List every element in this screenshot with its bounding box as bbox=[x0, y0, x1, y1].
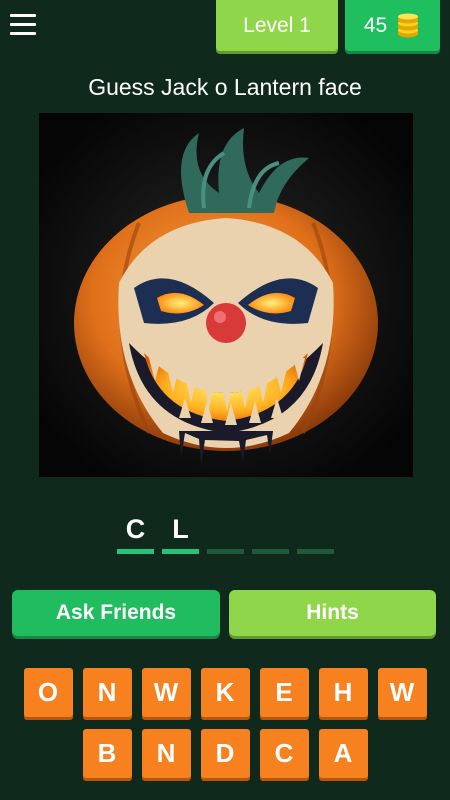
answer-slot[interactable]: L bbox=[162, 510, 199, 554]
letter-key[interactable]: O bbox=[23, 668, 73, 717]
hints-label: Hints bbox=[306, 601, 359, 624]
answer-slot[interactable] bbox=[252, 510, 289, 554]
letter-key[interactable]: N bbox=[82, 668, 132, 717]
level-label: Level 1 bbox=[243, 13, 311, 37]
answer-slot-underline bbox=[252, 549, 289, 554]
answer-slot-letter: C bbox=[125, 514, 146, 544]
coins-count: 45 bbox=[363, 13, 388, 37]
clown-pumpkin-image bbox=[39, 113, 413, 477]
coin-stack-icon bbox=[398, 13, 419, 37]
letter-key[interactable]: K bbox=[200, 668, 250, 717]
letter-key[interactable]: W bbox=[377, 668, 427, 717]
answer-slot-letter: L bbox=[172, 514, 189, 544]
answer-slot[interactable] bbox=[297, 510, 334, 554]
letter-key[interactable]: N bbox=[141, 729, 191, 778]
answer-slot-underline bbox=[297, 549, 334, 554]
letter-key[interactable]: H bbox=[318, 668, 368, 717]
letter-row-2: B N D C A bbox=[0, 729, 450, 778]
question-title: Guess Jack o Lantern face bbox=[88, 74, 362, 100]
answer-slots: C L bbox=[117, 510, 334, 554]
letter-row-1: O N W K E H W bbox=[0, 668, 450, 717]
answer-slot[interactable] bbox=[207, 510, 244, 554]
letter-keyboard: O N W K E H W B N D C A bbox=[0, 668, 450, 790]
letter-key[interactable]: D bbox=[200, 729, 250, 778]
letter-key[interactable]: W bbox=[141, 668, 191, 717]
coins-button[interactable]: 45 bbox=[345, 0, 440, 51]
puzzle-image bbox=[39, 113, 413, 477]
answer-slot[interactable]: C bbox=[117, 510, 154, 554]
answer-slot-underline bbox=[117, 549, 154, 554]
answer-slot-underline bbox=[207, 549, 244, 554]
ask-friends-label: Ask Friends bbox=[55, 601, 177, 624]
letter-key[interactable]: E bbox=[259, 668, 309, 717]
hints-button[interactable]: Hints bbox=[229, 590, 436, 636]
letter-key[interactable]: B bbox=[82, 729, 132, 778]
letter-key[interactable]: A bbox=[318, 729, 368, 778]
menu-icon[interactable] bbox=[10, 14, 36, 38]
ask-friends-button[interactable]: Ask Friends bbox=[12, 590, 220, 636]
level-badge: Level 1 bbox=[216, 0, 338, 51]
answer-slot-underline bbox=[162, 549, 199, 554]
letter-key[interactable]: C bbox=[259, 729, 309, 778]
